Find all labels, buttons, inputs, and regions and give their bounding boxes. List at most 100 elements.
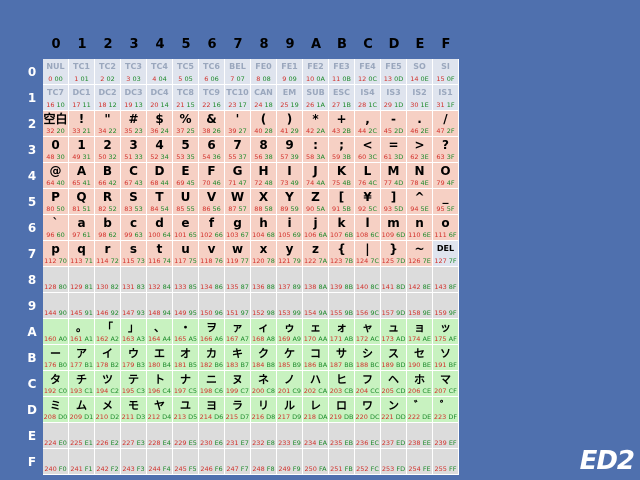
cell-glyph: EM bbox=[282, 88, 297, 97]
decimal-code: 105 bbox=[278, 231, 291, 239]
hex-code: 3C bbox=[366, 153, 378, 161]
cell-code: 45 2D bbox=[381, 127, 406, 136]
hex-code: AA bbox=[316, 335, 328, 343]
cell-code: 21 15 bbox=[173, 101, 198, 110]
cell-glyph: ク bbox=[258, 347, 269, 360]
hex-code: 7A bbox=[316, 257, 328, 265]
cell-glyph: FE5 bbox=[385, 62, 402, 71]
hex-code: C7 bbox=[238, 387, 250, 395]
cell-glyph: ゜ bbox=[440, 399, 451, 412]
code-cell: l 108 6C bbox=[355, 215, 381, 241]
decimal-code: 31 bbox=[436, 101, 445, 109]
hex-code: 2D bbox=[392, 127, 404, 135]
row-header: 6 bbox=[27, 221, 37, 235]
cell-code: 184 B8 bbox=[251, 361, 276, 370]
hex-code: BD bbox=[393, 361, 406, 369]
decimal-code: 176 bbox=[43, 361, 57, 369]
cell-code: 94 5E bbox=[407, 205, 432, 214]
cell-code: 115 73 bbox=[121, 257, 146, 266]
hex-code: 9F bbox=[446, 309, 457, 317]
cell-code: 83 53 bbox=[121, 205, 146, 214]
code-cell: ム 209 D1 bbox=[69, 397, 95, 423]
cell-glyph: D bbox=[154, 164, 165, 178]
cell-glyph: ア bbox=[76, 347, 87, 360]
hex-code: 86 bbox=[212, 283, 223, 291]
decimal-code: 117 bbox=[174, 257, 187, 265]
hex-code: 1D bbox=[392, 101, 404, 109]
hex-code: 14 bbox=[158, 101, 169, 109]
hex-code: B4 bbox=[160, 361, 172, 369]
code-cell: 247 F7 bbox=[225, 449, 251, 475]
decimal-code: 236 bbox=[355, 439, 369, 447]
code-cell: +43 2B bbox=[329, 111, 355, 137]
cell-code: 0 00 bbox=[43, 75, 68, 84]
decimal-code: 177 bbox=[69, 361, 83, 369]
code-cell: SUB 26 1A bbox=[303, 85, 329, 111]
cell-code: 121 79 bbox=[277, 257, 302, 266]
cell-code: 157 9D bbox=[381, 309, 406, 318]
cell-code: 24 18 bbox=[251, 101, 276, 110]
code-cell: u 117 75 bbox=[173, 241, 199, 267]
hex-code: 3F bbox=[444, 153, 455, 161]
code-cell: エ 180 B4 bbox=[147, 345, 173, 371]
decimal-code: 119 bbox=[226, 257, 239, 265]
cell-glyph: q bbox=[77, 242, 86, 256]
code-cell: 160 A0 bbox=[43, 319, 69, 345]
decimal-code: 228 bbox=[148, 439, 161, 447]
cell-code: 241 F1 bbox=[69, 465, 94, 474]
hex-code: 73 bbox=[134, 257, 145, 265]
code-cell: TC2 2 02 bbox=[95, 59, 121, 85]
cell-code: 50 32 bbox=[95, 153, 120, 162]
cell-code: 35 23 bbox=[121, 127, 146, 136]
cell-glyph: ESC bbox=[332, 88, 351, 97]
hex-code: 8F bbox=[446, 283, 457, 291]
code-cell: リ 216 D8 bbox=[251, 397, 277, 423]
hex-code: CD bbox=[393, 387, 406, 395]
code-cell: テ 195 C3 bbox=[121, 371, 147, 397]
cell-glyph: [ bbox=[338, 190, 345, 204]
decimal-code: 221 bbox=[381, 413, 394, 421]
cell-glyph: ホ bbox=[414, 373, 425, 386]
code-cell: 253 FD bbox=[381, 449, 407, 475]
decimal-code: 254 bbox=[408, 465, 421, 473]
cell-code: 4 04 bbox=[147, 75, 172, 84]
column-header: F bbox=[441, 37, 451, 52]
cell-code: 85 55 bbox=[173, 205, 198, 214]
cell-code: 43 2B bbox=[329, 127, 354, 136]
decimal-code: 61 bbox=[383, 153, 393, 161]
cell-code: 161 A1 bbox=[69, 335, 94, 344]
cell-glyph: " bbox=[104, 112, 111, 126]
hex-code: AF bbox=[446, 335, 457, 343]
decimal-code: 147 bbox=[122, 309, 135, 317]
decimal-code: 211 bbox=[121, 413, 135, 421]
code-cell: 224 E0 bbox=[43, 423, 69, 449]
cell-code: 224 E0 bbox=[43, 439, 68, 448]
decimal-code: 185 bbox=[277, 361, 291, 369]
hex-code: 6B bbox=[342, 231, 354, 239]
cell-code: 156 9C bbox=[355, 309, 380, 318]
cell-glyph: 1 bbox=[77, 138, 86, 152]
code-cell: ウ 179 B3 bbox=[121, 345, 147, 371]
code-cell: FE4 12 0C bbox=[355, 59, 381, 85]
cell-code: 159 9F bbox=[433, 309, 458, 318]
decimal-code: 247 bbox=[226, 465, 239, 473]
decimal-code: 29 bbox=[383, 101, 393, 109]
cell-code: 183 B7 bbox=[225, 361, 250, 370]
cell-code: 182 B6 bbox=[199, 361, 224, 370]
hex-code: DF bbox=[446, 413, 458, 421]
cell-code: 27 1B bbox=[329, 101, 354, 110]
cell-code: 59 3B bbox=[329, 153, 354, 162]
cell-code: 11 0B bbox=[329, 75, 354, 84]
code-cell: T 84 54 bbox=[147, 189, 173, 215]
hex-code: 68 bbox=[264, 231, 275, 239]
cell-glyph: キ bbox=[232, 347, 243, 360]
cell-glyph: ン bbox=[388, 399, 399, 412]
row-header: 3 bbox=[27, 143, 37, 157]
hex-code: AD bbox=[393, 335, 406, 343]
cell-code: 99 63 bbox=[121, 231, 146, 240]
decimal-code: 113 bbox=[70, 257, 83, 265]
cell-code: 244 F4 bbox=[147, 465, 172, 474]
cell-code: 204 CC bbox=[355, 387, 380, 396]
code-cell: 235 EB bbox=[329, 423, 355, 449]
cell-code: 208 D0 bbox=[43, 413, 68, 422]
